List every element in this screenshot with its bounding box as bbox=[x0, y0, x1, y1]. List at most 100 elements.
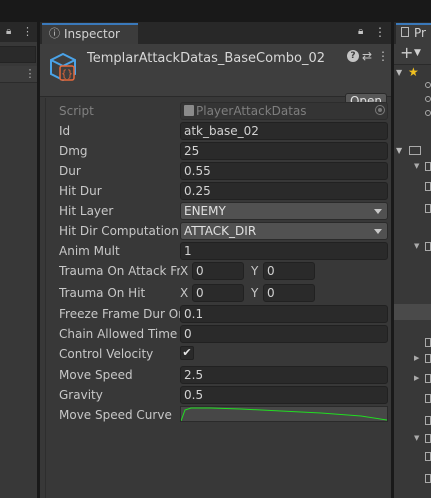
hit-layer-dropdown[interactable]: ENEMY bbox=[180, 202, 388, 220]
foldout-arrow-icon[interactable]: ▼ bbox=[414, 162, 422, 170]
hit-dir-dropdown[interactable]: ATTACK_DIR bbox=[180, 222, 388, 240]
asset-title: TemplarAttackDatas_BaseCombo_02 bbox=[87, 51, 325, 66]
menu-icon[interactable]: ⋮ bbox=[374, 25, 386, 39]
search-icon bbox=[425, 96, 431, 102]
foldout-arrow-icon[interactable]: ▶ bbox=[414, 374, 422, 382]
anim-mult-row: Anim Mult 1 bbox=[59, 242, 389, 260]
move-speed-row: Move Speed 2.5 bbox=[59, 366, 389, 384]
plus-icon[interactable]: + bbox=[400, 45, 413, 61]
folder-icon bbox=[425, 434, 431, 443]
dropdown-arrow-icon bbox=[374, 229, 382, 234]
more-icon[interactable]: ⋮ bbox=[24, 66, 36, 82]
foldout-arrow-icon[interactable]: ▼ bbox=[396, 146, 406, 156]
freeze-field[interactable]: 0.1 bbox=[180, 305, 388, 323]
trauma-hit-y-field[interactable]: 0 bbox=[263, 284, 315, 302]
gravity-label: Gravity bbox=[59, 388, 103, 402]
hit-dir-label: Hit Dir Computation T bbox=[59, 224, 181, 238]
dur-label: Dur bbox=[59, 164, 81, 178]
chain-field[interactable]: 0 bbox=[180, 325, 388, 343]
scriptable-object-icon: {} bbox=[50, 52, 76, 82]
folder-icon bbox=[425, 374, 431, 383]
control-velocity-row: Control Velocity ✔ bbox=[59, 345, 389, 363]
project-toolbar: + ▼ bbox=[394, 44, 431, 65]
chain-label: Chain Allowed Time bbox=[59, 327, 178, 341]
x-axis-label: X bbox=[180, 286, 189, 300]
move-speed-field[interactable]: 2.5 bbox=[180, 366, 388, 384]
project-tabbar: Pr bbox=[394, 22, 431, 44]
dropdown-arrow-icon bbox=[374, 209, 382, 214]
project-panel: Pr + ▼ ▼ ★ ▼ ▼ ▼ ▶ ▶ ▼ bbox=[394, 22, 431, 498]
trauma-attack-label: Trauma On Attack Fra bbox=[59, 264, 180, 278]
trauma-hit-label: Trauma On Hit bbox=[59, 286, 146, 300]
trauma-hit-x-field[interactable]: 0 bbox=[192, 284, 244, 302]
hit-dur-row: Hit Dur 0.25 bbox=[59, 182, 389, 200]
id-row: Id atk_base_02 bbox=[59, 122, 389, 140]
freeze-label: Freeze Frame Dur On bbox=[59, 307, 181, 321]
lock-icon[interactable]: 🔒︎ bbox=[6, 25, 16, 39]
dmg-field[interactable]: 25 bbox=[180, 142, 388, 160]
hit-layer-value: ENEMY bbox=[184, 204, 226, 218]
foldout-arrow-icon[interactable]: ▼ bbox=[414, 434, 422, 442]
curve-preview bbox=[181, 407, 387, 421]
move-speed-curve-label: Move Speed Curve bbox=[59, 408, 172, 422]
tab-label: Pr bbox=[414, 26, 426, 40]
svg-text:{}: {} bbox=[61, 69, 73, 80]
chain-row: Chain Allowed Time 0 bbox=[59, 325, 389, 343]
move-speed-curve-field[interactable] bbox=[180, 406, 388, 422]
folder-icon bbox=[425, 162, 431, 171]
hit-dir-row: Hit Dir Computation T ATTACK_DIR bbox=[59, 222, 389, 240]
folder-icon bbox=[409, 146, 421, 155]
id-label: Id bbox=[59, 124, 71, 138]
object-picker-icon bbox=[375, 105, 385, 115]
trauma-attack-x-field[interactable]: 0 bbox=[192, 262, 244, 280]
dmg-label: Dmg bbox=[59, 144, 88, 158]
chevron-down-icon[interactable]: ▼ bbox=[414, 45, 424, 61]
anim-mult-field[interactable]: 1 bbox=[180, 242, 388, 260]
folder-icon bbox=[425, 242, 431, 251]
asset-header: {} TemplarAttackDatas_BaseCombo_02 ? ⇄ ⋮… bbox=[40, 44, 391, 110]
y-axis-label: Y bbox=[251, 286, 259, 300]
inspector-panel: ⓘ Inspector 🔒︎ ⋮ {} TemplarAttackDatas_B… bbox=[40, 22, 391, 498]
folder-icon bbox=[425, 338, 431, 347]
gravity-field[interactable]: 0.5 bbox=[180, 386, 388, 404]
script-value: PlayerAttackDatas bbox=[196, 104, 307, 118]
foldout-arrow-icon[interactable]: ▶ bbox=[414, 354, 422, 362]
control-velocity-label: Control Velocity bbox=[59, 347, 154, 361]
help-icon[interactable]: ? bbox=[347, 50, 359, 62]
script-label: Script bbox=[59, 104, 94, 118]
dur-field[interactable]: 0.55 bbox=[180, 162, 388, 180]
folder-icon bbox=[401, 27, 409, 37]
id-field[interactable]: atk_base_02 bbox=[180, 122, 388, 140]
hit-dir-value: ATTACK_DIR bbox=[184, 224, 257, 238]
hit-dur-field[interactable]: 0.25 bbox=[180, 182, 388, 200]
left-search-field[interactable] bbox=[0, 46, 36, 63]
folder-icon bbox=[425, 394, 431, 403]
folder-icon bbox=[425, 354, 431, 363]
tab-inspector[interactable]: ⓘ Inspector bbox=[42, 23, 138, 44]
settings-sliders-icon[interactable]: ⇄ bbox=[362, 48, 374, 64]
folder-icon bbox=[425, 182, 431, 191]
trauma-attack-y-field[interactable]: 0 bbox=[263, 262, 315, 280]
freeze-row: Freeze Frame Dur On 0.1 bbox=[59, 305, 389, 323]
left-panel: 🔒︎ ⋮ ⋮ bbox=[0, 22, 37, 498]
left-tabbar: 🔒︎ ⋮ bbox=[0, 22, 37, 42]
search-icon bbox=[425, 110, 431, 116]
foldout-arrow-icon[interactable]: ▼ bbox=[414, 242, 422, 250]
anim-mult-label: Anim Mult bbox=[59, 244, 120, 258]
favorites-star-icon: ★ bbox=[408, 65, 419, 79]
tab-label: Inspector bbox=[64, 27, 120, 41]
info-icon: ⓘ bbox=[49, 27, 60, 40]
script-file-icon bbox=[184, 105, 194, 116]
folder-icon bbox=[425, 416, 431, 425]
more-icon[interactable]: ⋮ bbox=[377, 48, 389, 64]
folder-icon bbox=[425, 474, 431, 483]
selected-row[interactable] bbox=[394, 304, 431, 320]
foldout-arrow-icon[interactable]: ▼ bbox=[396, 68, 406, 78]
script-row: Script PlayerAttackDatas bbox=[59, 102, 389, 120]
lock-icon[interactable]: 🔒︎ bbox=[358, 25, 368, 39]
inspector-tabbar: ⓘ Inspector 🔒︎ ⋮ bbox=[40, 22, 391, 44]
menu-icon[interactable]: ⋮ bbox=[22, 25, 34, 39]
tab-project[interactable]: Pr bbox=[396, 23, 431, 44]
trauma-attack-row: Trauma On Attack Fra X 0 Y 0 bbox=[59, 262, 389, 280]
control-velocity-checkbox[interactable]: ✔ bbox=[180, 346, 194, 360]
